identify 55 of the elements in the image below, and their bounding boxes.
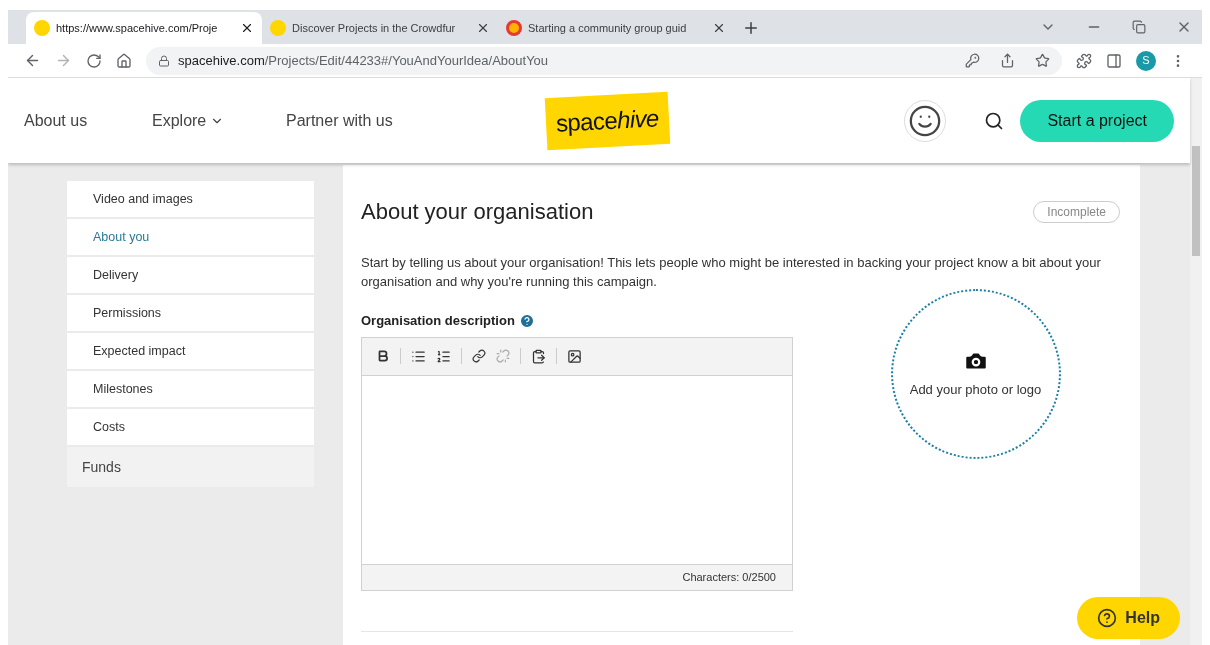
image-icon[interactable] — [567, 348, 582, 364]
help-button[interactable]: Help — [1077, 597, 1180, 639]
search-icon[interactable] — [984, 110, 1005, 131]
character-count: Characters: 0/2500 — [682, 569, 776, 585]
site-favicon — [506, 20, 522, 36]
key-icon[interactable] — [965, 53, 980, 68]
sidebar-item[interactable]: Milestones — [67, 371, 314, 407]
paste-icon[interactable] — [531, 348, 546, 364]
restore-icon[interactable] — [1132, 20, 1146, 34]
sidebar-item[interactable]: Costs — [67, 409, 314, 445]
sidebar-item[interactable]: About you — [67, 219, 314, 255]
site-favicon — [270, 20, 286, 36]
rich-text-editor[interactable]: Characters: 0/2500 — [361, 336, 793, 591]
intro-text: Start by telling us about your organisation! This lets people who might be interested in backing your project know a bit about your organisation and why you're running this campaign. — [361, 254, 1102, 291]
reload-icon[interactable] — [86, 52, 102, 69]
nav-link[interactable]: About us — [24, 108, 152, 133]
browser-tab[interactable]: Starting a community group guid — [498, 12, 734, 44]
numbered-list-icon[interactable] — [436, 348, 451, 364]
bold-icon[interactable] — [376, 349, 390, 363]
sidebar-item[interactable]: Permissions — [67, 295, 314, 331]
field-label: Organisation description — [361, 312, 515, 330]
nav-link[interactable]: Partner with us — [286, 108, 546, 133]
link-icon[interactable] — [472, 349, 486, 363]
close-icon[interactable] — [712, 21, 726, 35]
back-icon[interactable] — [24, 52, 41, 69]
bookmark-icon[interactable] — [1035, 53, 1050, 68]
help-icon[interactable] — [518, 312, 535, 329]
site-favicon — [34, 20, 50, 36]
address-bar[interactable]: spacehive.com/Projects/Edit/44233#/YouAndYourIdea/AboutYou — [146, 46, 1062, 75]
sidebar-item[interactable]: Video and images — [67, 181, 314, 217]
close-icon[interactable] — [240, 21, 254, 35]
sidebar-item[interactable]: Expected impact — [67, 333, 314, 369]
upload-label: Add your photo or logo — [909, 381, 1042, 400]
browser-tab[interactable]: https://www.spacehive.com/Proje — [26, 12, 262, 44]
tab-title: Starting a community group guid — [528, 20, 688, 36]
sidebar-item[interactable]: Delivery — [67, 257, 314, 293]
lock-icon — [158, 54, 170, 67]
url-text: spacehive.com/Projects/Edit/44233#/YouAndYourIdea/AboutYou — [178, 51, 550, 70]
logo[interactable]: spacehive — [544, 91, 670, 150]
browser-tab[interactable]: Discover Projects in the Crowdfur — [262, 12, 498, 44]
side-panel-icon[interactable] — [1106, 52, 1122, 69]
tab-title: Discover Projects in the Crowdfur — [292, 20, 457, 36]
share-icon[interactable] — [1000, 53, 1015, 68]
bulleted-list-icon[interactable] — [411, 348, 426, 364]
tab-title: https://www.spacehive.com/Proje — [56, 20, 219, 36]
photo-upload[interactable]: Add your photo or logo — [890, 289, 1061, 459]
home-icon[interactable] — [116, 52, 132, 69]
help-icon — [1097, 608, 1118, 628]
close-icon[interactable] — [476, 21, 490, 35]
sidebar-section[interactable]: Funds — [67, 447, 314, 487]
extensions-icon[interactable] — [1076, 52, 1092, 69]
new-tab-icon[interactable] — [742, 19, 760, 37]
start-project-button[interactable]: Start a project — [1020, 99, 1174, 142]
section-title: About your organisation — [361, 198, 594, 226]
nav-link[interactable]: Explore — [152, 108, 286, 133]
